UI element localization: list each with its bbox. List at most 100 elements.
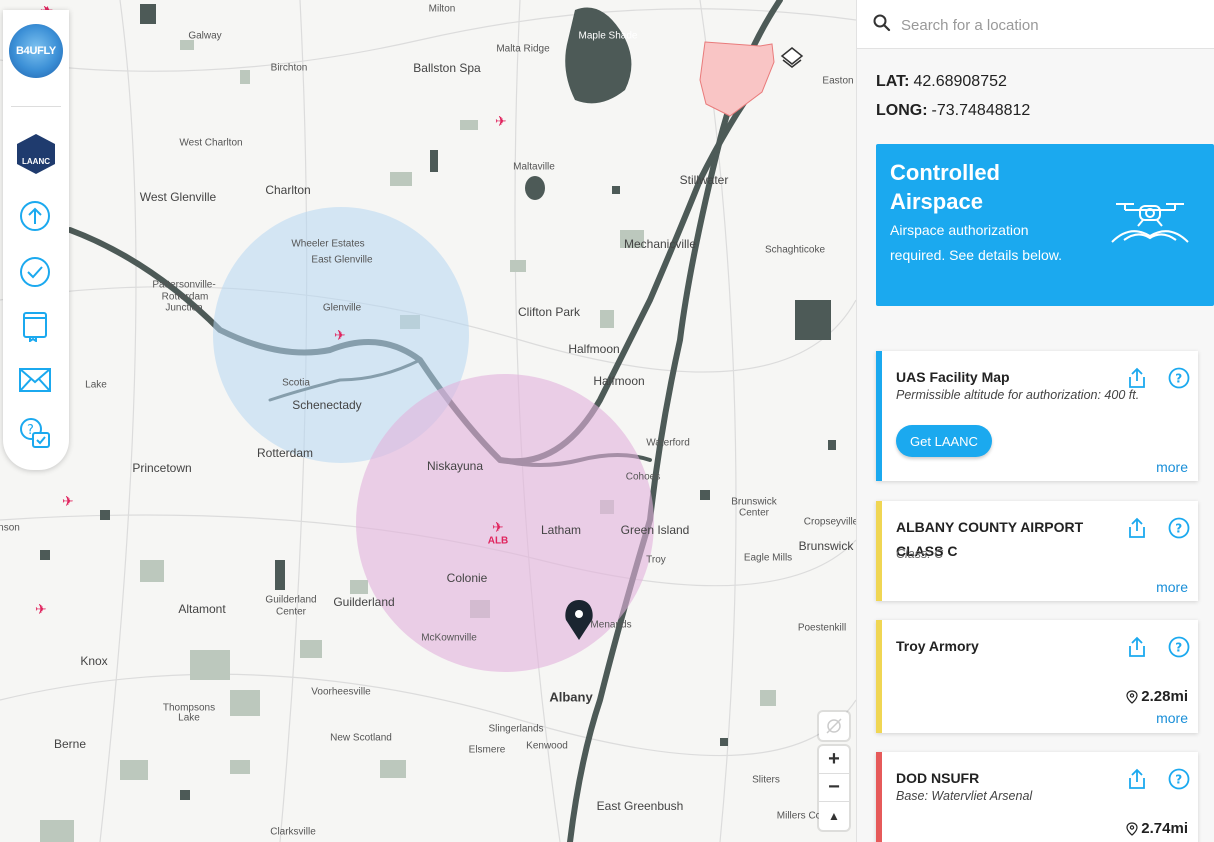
guide-button[interactable]: [17, 308, 53, 344]
place-label: Lake: [85, 379, 107, 391]
zoom-in-button[interactable]: +: [819, 746, 849, 774]
share-icon[interactable]: [1126, 517, 1148, 539]
airport-code-label: ALB: [487, 535, 509, 547]
help-icon[interactable]: ?: [1168, 636, 1190, 658]
place-label: Princetown: [132, 461, 192, 475]
place-label: East Greenbush: [596, 799, 684, 813]
place-label: Ballston Spa: [413, 61, 481, 75]
help-icon[interactable]: ?: [1168, 768, 1190, 790]
check-circle-icon: [20, 257, 50, 287]
zoom-controls: + − ▲: [819, 746, 849, 830]
place-label: East Glenville: [311, 254, 373, 266]
share-icon[interactable]: [1126, 768, 1148, 790]
search-input[interactable]: [899, 12, 1193, 38]
upload-button[interactable]: [17, 198, 53, 234]
drone-icon: [1111, 203, 1189, 243]
place-label: Berne: [53, 737, 87, 751]
advisory-card[interactable]: ALBANY COUNTY AIRPORT CLASS C Class: C ?…: [876, 501, 1198, 601]
svg-text:✈: ✈: [334, 328, 346, 344]
advisory-card[interactable]: DOD NSUFR Base: Watervliet Arsenal ? 2.7…: [876, 752, 1198, 842]
zoom-out-button[interactable]: −: [819, 774, 849, 802]
place-label: Maple Shade: [578, 30, 638, 42]
place-label: Halfmoon: [568, 342, 620, 356]
map-layers-button[interactable]: [780, 46, 804, 72]
envelope-icon: [19, 368, 51, 392]
help-icon[interactable]: ?: [1168, 517, 1190, 539]
svg-text:✈: ✈: [62, 494, 74, 510]
map-view[interactable]: ✈ ✈ ✈ ✈ ✈ ✈ Milton Galway Birchton Balls…: [0, 0, 856, 842]
svg-text:✈: ✈: [35, 602, 47, 618]
place-label: Scotia: [282, 377, 310, 389]
place-label: Halfmoon: [593, 374, 645, 388]
compass-button[interactable]: ▲: [819, 802, 849, 829]
place-label: Cropseyville: [803, 516, 856, 528]
advisory-card[interactable]: UAS Facility Map Permissible altitude fo…: [876, 351, 1198, 481]
latitude-row: LAT: 42.68908752: [876, 73, 1007, 91]
place-label: Troy: [646, 554, 666, 566]
place-label: Birchton: [270, 62, 308, 74]
help-icon[interactable]: ?: [1168, 367, 1190, 389]
place-label: West Glenville: [139, 190, 217, 204]
svg-text:?: ?: [1175, 372, 1182, 386]
search-bar: [857, 0, 1214, 49]
advisory-name: UAS Facility Map: [896, 369, 1010, 385]
place-label: Brunswick: [798, 539, 854, 553]
place-label: Poestenkill: [797, 622, 847, 634]
book-icon: [23, 312, 47, 342]
status-title: Controlled Airspace: [890, 160, 1000, 214]
place-label: Clifton Park: [517, 305, 581, 319]
get-laanc-button[interactable]: Get LAANC: [896, 425, 992, 457]
place-label: Stillwater: [679, 173, 729, 187]
place-label: Brunswick: [731, 496, 777, 508]
svg-text:?: ?: [1175, 522, 1182, 536]
layers-icon: [780, 47, 804, 68]
airspace-status-card: Controlled Airspace Airspace authorizati…: [876, 144, 1214, 306]
place-label: Pattersonville-: [152, 279, 216, 291]
place-label: Rotterdam: [256, 446, 314, 460]
place-label: New Scotland: [330, 732, 392, 744]
place-label: Milton: [428, 3, 456, 15]
advisory-card[interactable]: Troy Armory ? 2.28mi more: [876, 620, 1198, 733]
contact-button[interactable]: [17, 362, 53, 398]
toolbar-divider: [11, 106, 61, 107]
place-label: Galway: [188, 30, 222, 42]
place-label: Glenville: [322, 302, 362, 314]
place-label: Colonie: [446, 571, 488, 585]
place-label: Center: [738, 507, 770, 519]
share-icon[interactable]: [1126, 367, 1148, 389]
place-label: Knox: [80, 654, 108, 668]
place-label: Eagle Mills: [743, 552, 793, 564]
more-link[interactable]: more: [1156, 459, 1188, 475]
arrow-up-circle-icon: [20, 201, 50, 231]
geolocate-button[interactable]: [819, 712, 849, 740]
place-label: West Charlton: [179, 137, 243, 149]
more-link[interactable]: more: [1156, 579, 1188, 595]
map-pin-icon: [1126, 821, 1138, 836]
place-label: Voorheesville: [311, 686, 371, 698]
place-label: Easton: [822, 75, 854, 87]
search-icon: [873, 14, 891, 32]
advisory-name: DOD NSUFR: [896, 770, 980, 786]
place-label: Slingerlands: [488, 723, 544, 735]
advisory-name: Troy Armory: [896, 638, 979, 654]
place-label: Clarksville: [270, 826, 316, 838]
check-button[interactable]: [17, 254, 53, 290]
place-label: Malta Ridge: [496, 43, 550, 55]
place-label: Elsmere: [468, 744, 506, 756]
place-label: Junction: [165, 302, 203, 314]
more-link[interactable]: more: [1156, 710, 1188, 726]
svg-text:?: ?: [1175, 641, 1182, 655]
latitude-label: LAT:: [876, 73, 910, 90]
place-label: Kenwood: [526, 740, 568, 752]
place-label: Sliters: [752, 774, 780, 786]
b4ufly-logo[interactable]: B4UFLY: [9, 24, 63, 78]
status-description: Airspace authorization required. See det…: [890, 222, 1062, 263]
place-label: Niskayuna: [426, 459, 484, 473]
advisory-distance: 2.74mi: [1126, 820, 1188, 837]
map-pin-icon: [1126, 689, 1138, 704]
share-icon[interactable]: [1126, 636, 1148, 658]
laanc-button[interactable]: LAANC: [17, 134, 55, 174]
place-label: Center: [275, 606, 307, 618]
faq-button[interactable]: ?: [17, 416, 53, 452]
longitude-label: LONG:: [876, 102, 928, 119]
